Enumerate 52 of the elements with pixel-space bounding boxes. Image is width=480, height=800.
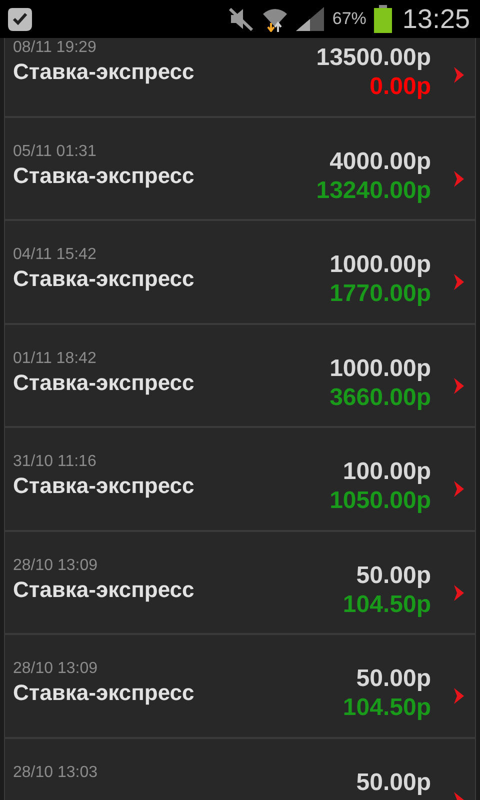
bet-title: Ставка-экспресс — [13, 679, 196, 707]
payout-amount: 13240.00р — [316, 176, 431, 204]
bet-title: Ставка-экспресс — [13, 472, 196, 500]
chevron-icon — [453, 66, 465, 84]
payout-amount: 104.50р — [342, 590, 431, 618]
stake-amount: 4000.00р — [330, 146, 431, 176]
stake-amount: 1000.00р — [330, 250, 431, 279]
stake-amount: 1000.00р — [330, 354, 431, 382]
payout-amount: 1050.00р — [330, 486, 431, 515]
payout-amount: 1770.00р — [330, 279, 431, 308]
bet-title: Ставка-экспресс — [13, 162, 196, 190]
stake-amount: 50.00р — [356, 560, 431, 590]
bet-date: 08/11 19:29 — [13, 38, 98, 58]
chevron-icon — [453, 273, 465, 291]
stake-amount: 50.00р — [356, 664, 431, 693]
stake-amount: 100.00р — [342, 457, 431, 486]
bet-date: 05/11 01:31 — [13, 142, 98, 162]
chevron-icon — [453, 584, 465, 602]
bet-date: 28/10 13:03 — [13, 762, 99, 782]
stake-amount: 13500.00р — [316, 43, 431, 72]
bet-title: Ставка-экспресс — [13, 368, 196, 396]
bet-date: 01/11 18:42 — [13, 348, 98, 368]
bet-date: 28/10 13:09 — [13, 659, 99, 679]
stake-amount: 50.00р — [356, 768, 431, 796]
bet-list-item[interactable]: 28/10 13:03 50.00р — [4, 738, 476, 800]
signal-icon — [296, 7, 324, 31]
payout-amount: 3660.00р — [330, 382, 431, 412]
muted-speaker-icon — [228, 7, 254, 31]
bet-title: Ставка-экспресс — [13, 58, 196, 86]
check-app-icon — [6, 5, 34, 33]
bet-list-item[interactable]: 05/11 01:31 Ставка-экспресс 4000.00р 13240.00р — [4, 118, 476, 221]
bet-date: 31/10 11:16 — [13, 452, 98, 472]
bet-list-item[interactable]: 04/11 15:42 Ставка-экспресс 1000.00р 1770.00р — [4, 221, 476, 324]
chevron-icon — [453, 376, 465, 394]
bet-date: 28/10 13:09 — [13, 556, 99, 576]
wifi-icon — [262, 6, 288, 32]
bet-title: Ставка-экспресс — [13, 576, 196, 604]
payout-amount: 104.50р — [342, 693, 431, 722]
battery-percentage: 67% — [332, 9, 366, 29]
battery-icon — [374, 5, 392, 33]
chevron-icon — [453, 480, 465, 498]
bet-date: 04/11 15:42 — [13, 245, 98, 265]
payout-amount: 0.00р — [370, 72, 431, 101]
bet-list-item[interactable]: 31/10 11:16 Ставка-экспресс 100.00р 1050.00р — [4, 428, 476, 532]
clock: 13:25 — [402, 4, 470, 34]
chevron-icon — [453, 687, 465, 705]
chevron-icon — [453, 170, 465, 188]
bet-list-item[interactable]: 28/10 13:09 Ставка-экспресс 50.00р 104.50р — [4, 635, 476, 738]
bet-list-item[interactable]: 01/11 18:42 Ставка-экспресс 1000.00р 3660.00р — [4, 324, 476, 428]
bet-title: Ставка-экспресс — [13, 265, 196, 293]
bet-list-item[interactable]: 08/11 19:29 Ставка-экспресс 13500.00р 0.00р — [4, 38, 476, 118]
bet-list-item[interactable]: 28/10 13:09 Ставка-экспресс 50.00р 104.50р — [4, 532, 476, 635]
